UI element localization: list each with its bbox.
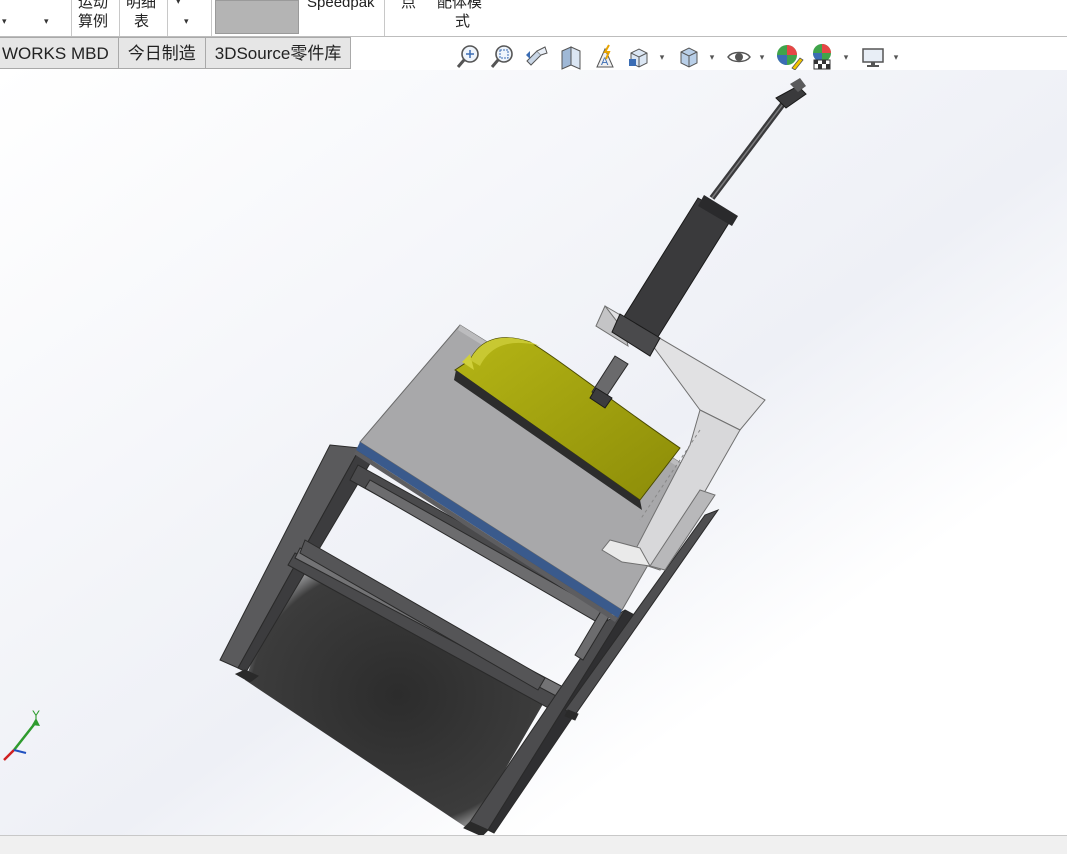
section-view-icon[interactable] bbox=[554, 40, 588, 74]
config-label-2: 式 bbox=[455, 13, 471, 30]
graphics-area[interactable]: Y bbox=[0, 70, 1067, 837]
bom-label-2: 表 bbox=[134, 13, 150, 30]
bom-label-1: 明细 bbox=[126, 0, 157, 11]
chevron-down-icon[interactable]: ▾ bbox=[840, 52, 852, 63]
zoom-to-fit-icon[interactable] bbox=[452, 40, 486, 74]
hide-show-items-icon[interactable] bbox=[722, 40, 756, 74]
dropdown-caret[interactable]: ▾ bbox=[176, 0, 181, 7]
view-orientation-icon[interactable] bbox=[622, 40, 656, 74]
speedpak-button[interactable]: Speedpak bbox=[303, 0, 385, 36]
command-manager-ribbon: ▾ ▾ 运动 算例 明细 表 ▾ ▾ Speedpak 点 配体模 式 bbox=[0, 0, 1067, 37]
bill-of-materials-button[interactable]: 明细 表 bbox=[120, 0, 168, 36]
motion-study-button[interactable]: 运动 算例 bbox=[72, 0, 120, 36]
model-view[interactable]: Y bbox=[0, 70, 1067, 837]
status-bar bbox=[0, 835, 1067, 854]
dynamic-annotation-icon[interactable]: A bbox=[588, 40, 622, 74]
tab-works-mbd[interactable]: WORKS MBD bbox=[0, 37, 119, 69]
apply-scene-icon[interactable] bbox=[806, 40, 840, 74]
triad-y-label: Y bbox=[32, 708, 40, 722]
heads-up-view-toolbar: A ▾ ▾ ▾ ▾ ▾ bbox=[452, 40, 906, 74]
motion-study-label-1: 运动 bbox=[78, 0, 109, 11]
dropdown-caret[interactable]: ▾ bbox=[2, 16, 7, 27]
view-settings-icon[interactable] bbox=[856, 40, 890, 74]
motion-study-label-2: 算例 bbox=[78, 13, 109, 30]
previous-view-icon[interactable] bbox=[520, 40, 554, 74]
chevron-down-icon[interactable]: ▾ bbox=[706, 52, 718, 63]
zoom-to-area-icon[interactable] bbox=[486, 40, 520, 74]
tab-3dsource-library[interactable]: 3DSource零件库 bbox=[205, 37, 352, 69]
command-tabs: WORKS MBD 今日制造 3DSource零件库 bbox=[0, 37, 352, 69]
ribbon-placeholder-block bbox=[215, 0, 299, 34]
chevron-down-icon[interactable]: ▾ bbox=[890, 52, 902, 63]
speedpak-label: Speedpak bbox=[307, 0, 375, 11]
dropdown-caret[interactable]: ▾ bbox=[44, 16, 49, 27]
point-button[interactable]: 点 bbox=[385, 0, 427, 36]
point-label: 点 bbox=[401, 0, 417, 11]
ribbon-group-1[interactable]: ▾ ▾ bbox=[0, 0, 72, 36]
svg-text:A: A bbox=[601, 56, 609, 68]
configuration-mode-button[interactable]: 配体模 式 bbox=[427, 0, 507, 36]
tab-today-manufacturing[interactable]: 今日制造 bbox=[118, 37, 206, 69]
chevron-down-icon[interactable]: ▾ bbox=[656, 52, 668, 63]
config-label-1: 配体模 bbox=[437, 0, 483, 11]
chevron-down-icon[interactable]: ▾ bbox=[756, 52, 768, 63]
dropdown-caret[interactable]: ▾ bbox=[184, 16, 189, 27]
edit-appearance-icon[interactable] bbox=[772, 40, 806, 74]
ribbon-dropdown-group[interactable]: ▾ ▾ bbox=[168, 0, 212, 36]
display-style-icon[interactable] bbox=[672, 40, 706, 74]
